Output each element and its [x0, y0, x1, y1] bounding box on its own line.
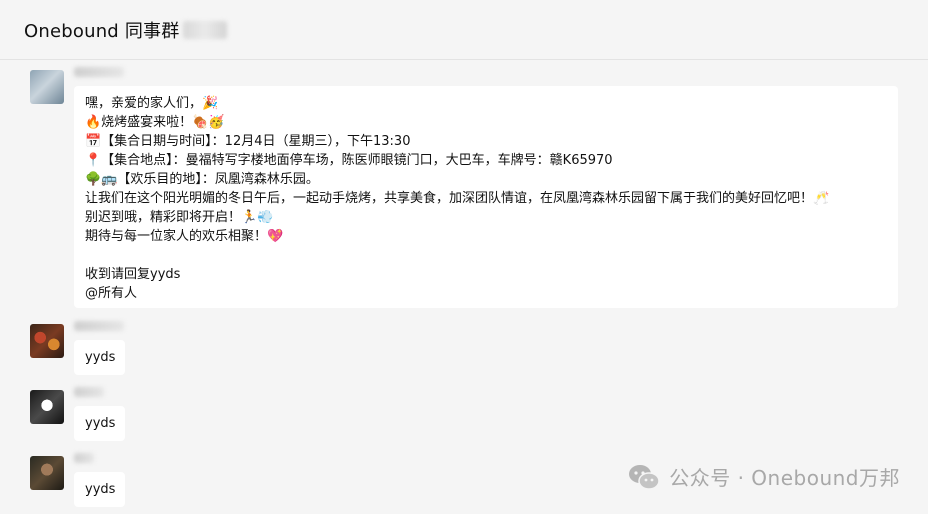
message-text: yyds — [85, 416, 116, 431]
message-line — [85, 246, 887, 265]
blurred-title-suffix — [183, 20, 228, 39]
avatar[interactable] — [30, 456, 64, 490]
message-bubble[interactable]: yyds — [74, 406, 125, 441]
message-line: 📍【集合地点】：曼福特写字楼地面停车场，陈医师眼镜门口，大巴车，车牌号：赣K65… — [85, 153, 613, 168]
wechat-icon — [629, 464, 660, 490]
sender-name[interactable] — [74, 67, 124, 77]
avatar[interactable] — [30, 324, 64, 358]
message-line: 🌳🚌【欢乐目的地】：凤凰湾森林乐园。 — [85, 172, 319, 187]
chat-title[interactable]: Onebound 同事群 — [24, 17, 179, 43]
watermark-text: 公众号 · Onebound万邦 — [669, 466, 900, 490]
message-line: 期待与每一位家人的欢乐相聚！💖 — [85, 229, 284, 244]
avatar[interactable] — [30, 390, 64, 424]
message-line: 让我们在这个阳光明媚的冬日午后，一起动手烧烤，共享美食，加深团队情谊，在凤凰湾森… — [85, 191, 830, 206]
sender-name[interactable] — [74, 387, 104, 397]
message-line: 别迟到哦，精彩即将开启！🏃💨 — [85, 210, 274, 225]
message-bubble[interactable]: yyds — [74, 472, 125, 507]
message-line: 🔥烧烤盛宴来啦！🍖🥳 — [85, 115, 225, 130]
message-text: yyds — [85, 350, 116, 365]
message-text: yyds — [85, 482, 116, 497]
sender-name[interactable] — [74, 321, 124, 331]
sender-name[interactable] — [74, 453, 94, 463]
message-line-mention[interactable]: @所有人 — [85, 284, 887, 303]
message-line: 📅【集合日期与时间】：12月4日（星期三），下午13:30 — [85, 134, 411, 149]
message-bubble[interactable]: 嘿，亲爱的家人们，🎉 🔥烧烤盛宴来啦！🍖🥳 📅【集合日期与时间】：12月4日（星… — [74, 86, 898, 308]
message-line: 收到请回复yyds — [85, 267, 181, 282]
avatar[interactable] — [30, 70, 64, 104]
message-line: 嘿，亲爱的家人们，🎉 — [85, 96, 219, 111]
watermark: 公众号 · Onebound万邦 — [627, 462, 900, 491]
message-bubble[interactable]: yyds — [74, 340, 125, 375]
chat-header: Onebound 同事群 — [0, 0, 928, 60]
